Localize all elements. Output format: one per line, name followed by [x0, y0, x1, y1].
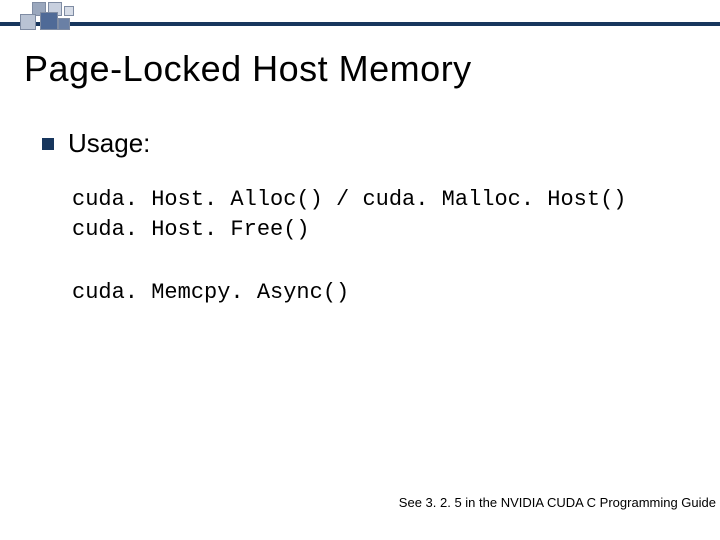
code-line: cuda. Host. Alloc() / cuda. Malloc. Host…	[72, 185, 696, 215]
deco-square	[20, 14, 36, 30]
square-bullet-icon	[42, 138, 54, 150]
slide-content: Page-Locked Host Memory Usage: cuda. Hos…	[24, 48, 696, 342]
header-decoration	[0, 0, 720, 40]
code-line: cuda. Memcpy. Async()	[72, 278, 696, 308]
header-bar	[0, 22, 720, 26]
slide-title: Page-Locked Host Memory	[24, 48, 696, 90]
code-block-1: cuda. Host. Alloc() / cuda. Malloc. Host…	[72, 185, 696, 244]
deco-square	[58, 18, 70, 30]
deco-square	[64, 6, 74, 16]
code-block-2: cuda. Memcpy. Async()	[72, 278, 696, 308]
bullet-text: Usage:	[68, 128, 150, 159]
deco-square	[40, 12, 58, 30]
footnote: See 3. 2. 5 in the NVIDIA CUDA C Program…	[399, 495, 716, 510]
code-line: cuda. Host. Free()	[72, 215, 696, 245]
bullet-row: Usage:	[42, 128, 696, 159]
